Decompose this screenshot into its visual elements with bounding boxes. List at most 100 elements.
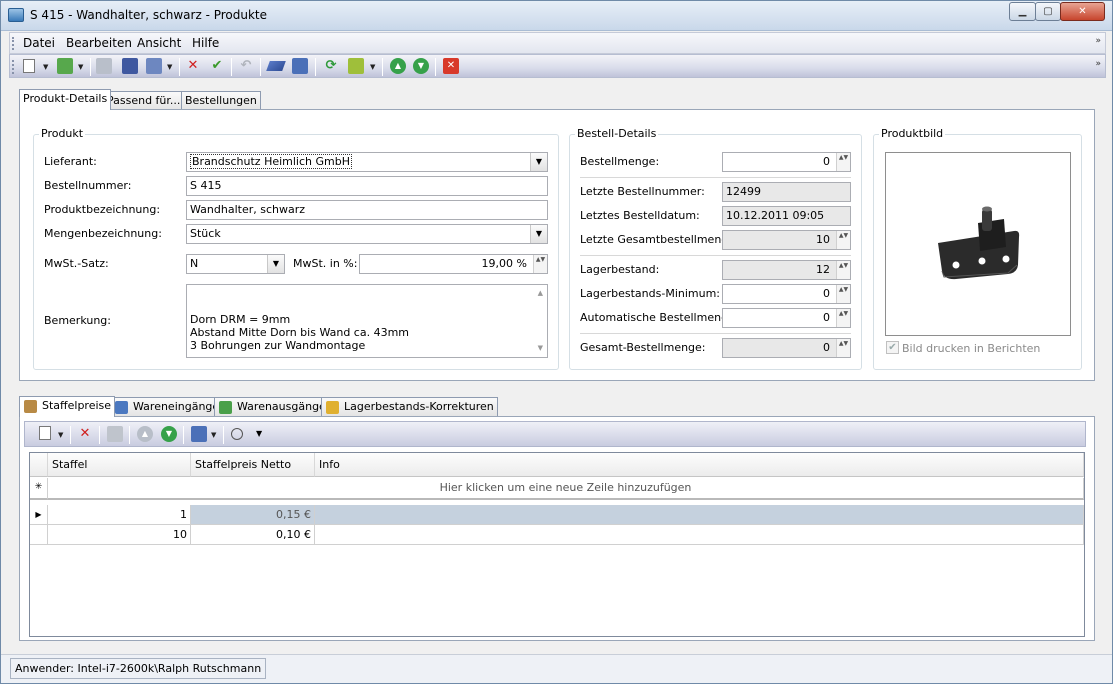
- spin-arrows-icon[interactable]: ▲▼: [836, 285, 850, 303]
- cell-info[interactable]: [315, 525, 1084, 545]
- search-icon[interactable]: [231, 428, 243, 440]
- menu-hilfe[interactable]: Hilfe: [192, 36, 219, 50]
- row-selector[interactable]: [30, 525, 48, 545]
- cell-staffelpreis[interactable]: 0,15 €: [191, 505, 315, 525]
- menu-ansicht[interactable]: Ansicht: [137, 36, 181, 50]
- tab-produkt-details[interactable]: Produkt-Details: [19, 89, 112, 110]
- save-close-icon[interactable]: [122, 58, 138, 74]
- print-dropdown-icon[interactable]: ▼: [211, 431, 216, 439]
- maximize-button[interactable]: ▢: [1035, 2, 1061, 21]
- new-row-dropdown-icon[interactable]: ▼: [58, 431, 63, 439]
- refresh-icon[interactable]: ⟳: [323, 58, 339, 74]
- move-down-icon[interactable]: ▼: [413, 58, 429, 74]
- row-down-icon[interactable]: ▼: [161, 426, 177, 442]
- export-dropdown-icon[interactable]: ▼: [370, 63, 375, 71]
- lieferant-select[interactable]: Brandschutz Heimlich GmbH ▼: [186, 152, 548, 172]
- exit-icon[interactable]: ✕: [443, 58, 459, 74]
- spin-arrows-icon[interactable]: ▲▼: [836, 309, 850, 327]
- toolbar-separator: [179, 58, 180, 76]
- row-up-icon[interactable]: ▲: [137, 426, 153, 442]
- bemerkung-textarea[interactable]: Dorn DRM = 9mm Abstand Mitte Dorn bis Wa…: [186, 284, 548, 358]
- divider: [580, 255, 851, 256]
- mwst-prozent-field[interactable]: 19,00 % ▲▼: [359, 254, 548, 274]
- spin-arrows-icon: ▲▼: [836, 339, 850, 357]
- bestellmenge-field[interactable]: 0 ▲▼: [722, 152, 851, 172]
- export-icon[interactable]: [348, 58, 364, 74]
- lagerbestands-minimum-field[interactable]: 0 ▲▼: [722, 284, 851, 304]
- tab-bestellungen[interactable]: Bestellungen: [181, 91, 261, 110]
- copy-dropdown-icon[interactable]: ▼: [167, 63, 172, 71]
- new-row-placeholder[interactable]: Hier klicken um eine neue Zeile hinzuzuf…: [48, 478, 1084, 500]
- toolbar-grip[interactable]: [12, 60, 15, 74]
- column-header-info[interactable]: Info: [315, 453, 1084, 477]
- copy-icon[interactable]: [146, 58, 162, 74]
- chevron-down-icon[interactable]: ▼: [530, 153, 547, 171]
- menu-bearbeiten[interactable]: Bearbeiten: [66, 36, 132, 50]
- tab-wareneingaenge-label: Wareneingänge: [133, 400, 220, 413]
- product-image[interactable]: [885, 152, 1071, 336]
- status-bar: Anwender: Intel-i7-2600k\Ralph Rutschman…: [1, 654, 1112, 683]
- letzte-bestellnummer-label: Letzte Bestellnummer:: [580, 185, 705, 198]
- chevron-down-icon[interactable]: ▼: [530, 225, 547, 243]
- automatische-bestellmenge-field[interactable]: 0 ▲▼: [722, 308, 851, 328]
- new-dropdown-icon[interactable]: ▼: [43, 63, 48, 71]
- menu-grip[interactable]: [12, 37, 15, 50]
- close-button[interactable]: ✕: [1060, 2, 1105, 21]
- bestellnummer-field[interactable]: S 415: [186, 176, 548, 196]
- produktbezeichnung-field[interactable]: Wandhalter, schwarz: [186, 200, 548, 220]
- tab-passend-fuer[interactable]: Passend für...: [103, 91, 185, 110]
- mwst-prozent-value: 19,00 %: [481, 257, 527, 270]
- title-bar[interactable]: S 415 - Wandhalter, schwarz - Produkte ▁…: [1, 1, 1112, 31]
- automatische-bestellmenge-label: Automatische Bestellmenge:: [580, 311, 739, 324]
- staffel-icon: [24, 400, 37, 413]
- letztes-bestelldatum-field: 10.12.2011 09:05: [722, 206, 851, 226]
- confirm-icon[interactable]: ✔: [209, 58, 225, 74]
- spin-arrows-icon[interactable]: ▲▼: [533, 255, 547, 273]
- new-row-icon[interactable]: [39, 426, 51, 440]
- gesamt-bestellmenge-value: 0: [823, 341, 830, 354]
- menu-datei[interactable]: Datei: [23, 36, 55, 50]
- tab-lagerbestands-korrekturen[interactable]: Lagerbestands-Korrekturen: [321, 397, 498, 416]
- chevron-down-icon[interactable]: ▼: [267, 255, 284, 273]
- wareneingang-icon: [115, 401, 128, 414]
- cell-staffel[interactable]: 10: [48, 525, 191, 545]
- tab-staffelpreise[interactable]: Staffelpreise: [19, 396, 116, 417]
- cell-staffel[interactable]: 1: [48, 505, 191, 525]
- toolbar-separator: [129, 426, 130, 444]
- print-icon[interactable]: [191, 426, 207, 442]
- tab-warenausgaenge[interactable]: Warenausgänge: [214, 397, 330, 416]
- report-icon[interactable]: [292, 58, 308, 74]
- column-header-staffelpreis[interactable]: Staffelpreis Netto: [191, 453, 315, 477]
- spin-arrows-icon[interactable]: ▲▼: [836, 153, 850, 171]
- minimize-button[interactable]: ▁: [1009, 2, 1036, 21]
- bild-drucken-checkbox[interactable]: ✔: [886, 341, 899, 354]
- delete-icon[interactable]: ✕: [185, 58, 201, 74]
- toolbar-overflow-icon[interactable]: »: [1095, 59, 1101, 69]
- new-row-marker: ✳: [30, 478, 48, 500]
- bemerkung-line: Dorn DRM = 9mm: [190, 313, 291, 326]
- mwst-satz-select[interactable]: N ▼: [186, 254, 285, 274]
- letzte-gesamtbestellmenge-label: Letzte Gesamtbestellmenge:: [580, 233, 739, 246]
- new-document-icon[interactable]: [23, 59, 35, 73]
- move-up-icon[interactable]: ▲: [390, 58, 406, 74]
- mengenbezeichnung-select[interactable]: Stück ▼: [186, 224, 548, 244]
- undo-icon[interactable]: ↶: [238, 58, 254, 74]
- cell-staffelpreis[interactable]: 0,10 €: [191, 525, 315, 545]
- add-copy-icon[interactable]: [57, 58, 73, 74]
- grid-toolbar-overflow-icon[interactable]: ▼: [256, 429, 262, 438]
- bestellmenge-value: 0: [823, 155, 830, 168]
- tab-lagerbestands-korrekturen-label: Lagerbestands-Korrekturen: [344, 400, 494, 413]
- save-icon[interactable]: [96, 58, 112, 74]
- scroll-up-icon[interactable]: ▲: [538, 287, 543, 300]
- column-header-staffel[interactable]: Staffel: [48, 453, 191, 477]
- delete-row-icon[interactable]: ✕: [77, 426, 93, 442]
- menu-overflow-icon[interactable]: »: [1095, 36, 1101, 46]
- produkt-details-panel: Produkt Lieferant: Brandschutz Heimlich …: [19, 109, 1095, 381]
- scroll-down-icon[interactable]: ▼: [538, 342, 543, 355]
- eraser-icon[interactable]: [266, 61, 286, 71]
- produktbezeichnung-label: Produktbezeichnung:: [44, 203, 161, 216]
- add-dropdown-icon[interactable]: ▼: [78, 63, 83, 71]
- save-row-icon[interactable]: [107, 426, 123, 442]
- cell-info[interactable]: [315, 505, 1084, 525]
- tab-wareneingaenge[interactable]: Wareneingänge: [110, 397, 224, 416]
